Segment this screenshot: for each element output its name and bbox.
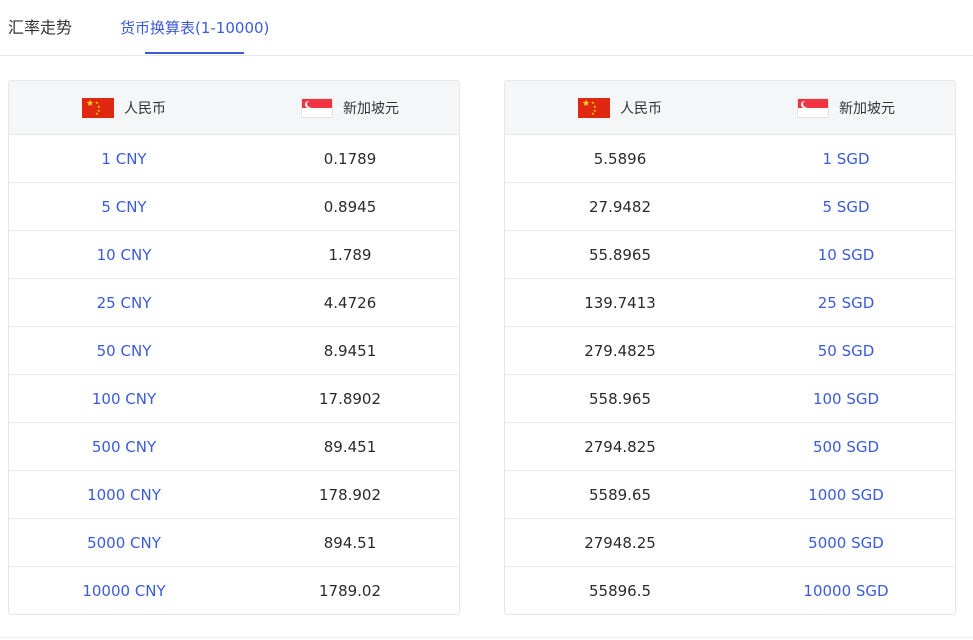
table-row: 10000 CNY 1789.02	[9, 567, 459, 614]
header-cny: ★ ★ ★ ★ ★ 人民币	[9, 81, 239, 135]
amount-link[interactable]: 10 CNY	[9, 231, 239, 279]
singapore-flag-icon	[797, 98, 829, 118]
table-row: 5 CNY 0.8945	[9, 183, 459, 231]
table-row: 55896.5 10000 SGD	[505, 567, 955, 614]
table-body: 5.5896 1 SGD 27.9482 5 SGD 55.8965 10 SGD 139.…	[505, 135, 955, 614]
amount-link[interactable]: 5 CNY	[9, 183, 239, 231]
table-row: 1 CNY 0.1789	[9, 135, 459, 183]
active-tab-indicator	[145, 52, 244, 54]
converted-value: 1.789	[328, 246, 372, 264]
table-body: 1 CNY 0.1789 5 CNY 0.8945 10 CNY 1.789 25 CNY 4…	[9, 135, 459, 614]
table-row: 27948.25 5000 SGD	[505, 519, 955, 567]
table-row: 500 CNY 89.451	[9, 423, 459, 471]
converted-value: 0.1789	[323, 150, 377, 168]
amount-link[interactable]: 1 SGD	[735, 135, 955, 183]
tab-exchange-trend[interactable]: 汇率走势	[8, 17, 72, 39]
table-row: 558.965 100 SGD	[505, 375, 955, 423]
singapore-flag-icon	[301, 98, 333, 118]
amount-link[interactable]: 5000 SGD	[735, 519, 955, 567]
amount-link[interactable]: 5000 CNY	[9, 519, 239, 567]
header-label: 新加坡元	[343, 101, 399, 117]
converted-value: 4.4726	[323, 294, 377, 312]
amount-link[interactable]: 5 SGD	[735, 183, 955, 231]
header-sgd: 新加坡元	[735, 81, 955, 135]
table-header: ★ ★ ★ ★ ★ 人民币 新加坡元	[505, 81, 955, 135]
amount-link[interactable]: 1000 CNY	[9, 471, 239, 519]
converted-value: 55896.5	[588, 582, 652, 600]
table-row: 50 CNY 8.9451	[9, 327, 459, 375]
converted-value: 27.9482	[588, 198, 652, 216]
table-row: 279.4825 50 SGD	[505, 327, 955, 375]
amount-link[interactable]: 100 CNY	[9, 375, 239, 423]
tab-bar: 汇率走势 货币换算表(1-10000)	[0, 0, 973, 56]
tab-conversion-table[interactable]: 货币换算表(1-10000)	[120, 17, 269, 39]
header-cny: ★ ★ ★ ★ ★ 人民币	[505, 81, 735, 135]
converted-value: 8.9451	[323, 342, 377, 360]
cny-to-sgd-table: ★ ★ ★ ★ ★ 人民币 新加坡元 1 CNY 0.1789 5 CNY 0.894…	[8, 80, 460, 615]
china-flag-icon: ★ ★ ★ ★ ★	[578, 98, 610, 118]
table-row: 55.8965 10 SGD	[505, 231, 955, 279]
converted-value: 2794.825	[584, 438, 656, 456]
amount-link[interactable]: 100 SGD	[735, 375, 955, 423]
amount-link[interactable]: 10 SGD	[735, 231, 955, 279]
header-label: 新加坡元	[839, 101, 895, 117]
table-row: 25 CNY 4.4726	[9, 279, 459, 327]
converted-value: 178.902	[318, 486, 382, 504]
amount-link[interactable]: 1000 SGD	[735, 471, 955, 519]
amount-link[interactable]: 25 CNY	[9, 279, 239, 327]
header-label: 人民币	[124, 101, 166, 117]
amount-link[interactable]: 10000 CNY	[9, 567, 239, 614]
table-row: 5.5896 1 SGD	[505, 135, 955, 183]
amount-link[interactable]: 500 SGD	[735, 423, 955, 471]
table-row: 1000 CNY 178.902	[9, 471, 459, 519]
table-row: 10 CNY 1.789	[9, 231, 459, 279]
converted-value: 279.4825	[584, 342, 656, 360]
converted-value: 5.5896	[593, 150, 647, 168]
header-label: 人民币	[620, 101, 662, 117]
table-row: 139.7413 25 SGD	[505, 279, 955, 327]
amount-link[interactable]: 25 SGD	[735, 279, 955, 327]
converted-value: 558.965	[588, 390, 652, 408]
converted-value: 5589.65	[588, 486, 652, 504]
header-sgd: 新加坡元	[239, 81, 459, 135]
table-row: 2794.825 500 SGD	[505, 423, 955, 471]
table-header: ★ ★ ★ ★ ★ 人民币 新加坡元	[9, 81, 459, 135]
table-row: 5000 CNY 894.51	[9, 519, 459, 567]
converted-value: 17.8902	[318, 390, 382, 408]
converted-value: 55.8965	[588, 246, 652, 264]
converted-value: 89.451	[323, 438, 377, 456]
amount-link[interactable]: 50 SGD	[735, 327, 955, 375]
amount-link[interactable]: 50 CNY	[9, 327, 239, 375]
table-row: 5589.65 1000 SGD	[505, 471, 955, 519]
converted-value: 0.8945	[323, 198, 377, 216]
table-row: 27.9482 5 SGD	[505, 183, 955, 231]
divider	[0, 637, 973, 638]
converted-value: 894.51	[323, 534, 377, 552]
table-row: 100 CNY 17.8902	[9, 375, 459, 423]
amount-link[interactable]: 1 CNY	[9, 135, 239, 183]
sgd-to-cny-table: ★ ★ ★ ★ ★ 人民币 新加坡元 5.5896 1 SGD 27.9482 5 S…	[504, 80, 956, 615]
amount-link[interactable]: 10000 SGD	[735, 567, 955, 614]
converted-value: 27948.25	[584, 534, 656, 552]
converted-value: 139.7413	[584, 294, 656, 312]
converted-value: 1789.02	[318, 582, 382, 600]
china-flag-icon: ★ ★ ★ ★ ★	[82, 98, 114, 118]
amount-link[interactable]: 500 CNY	[9, 423, 239, 471]
